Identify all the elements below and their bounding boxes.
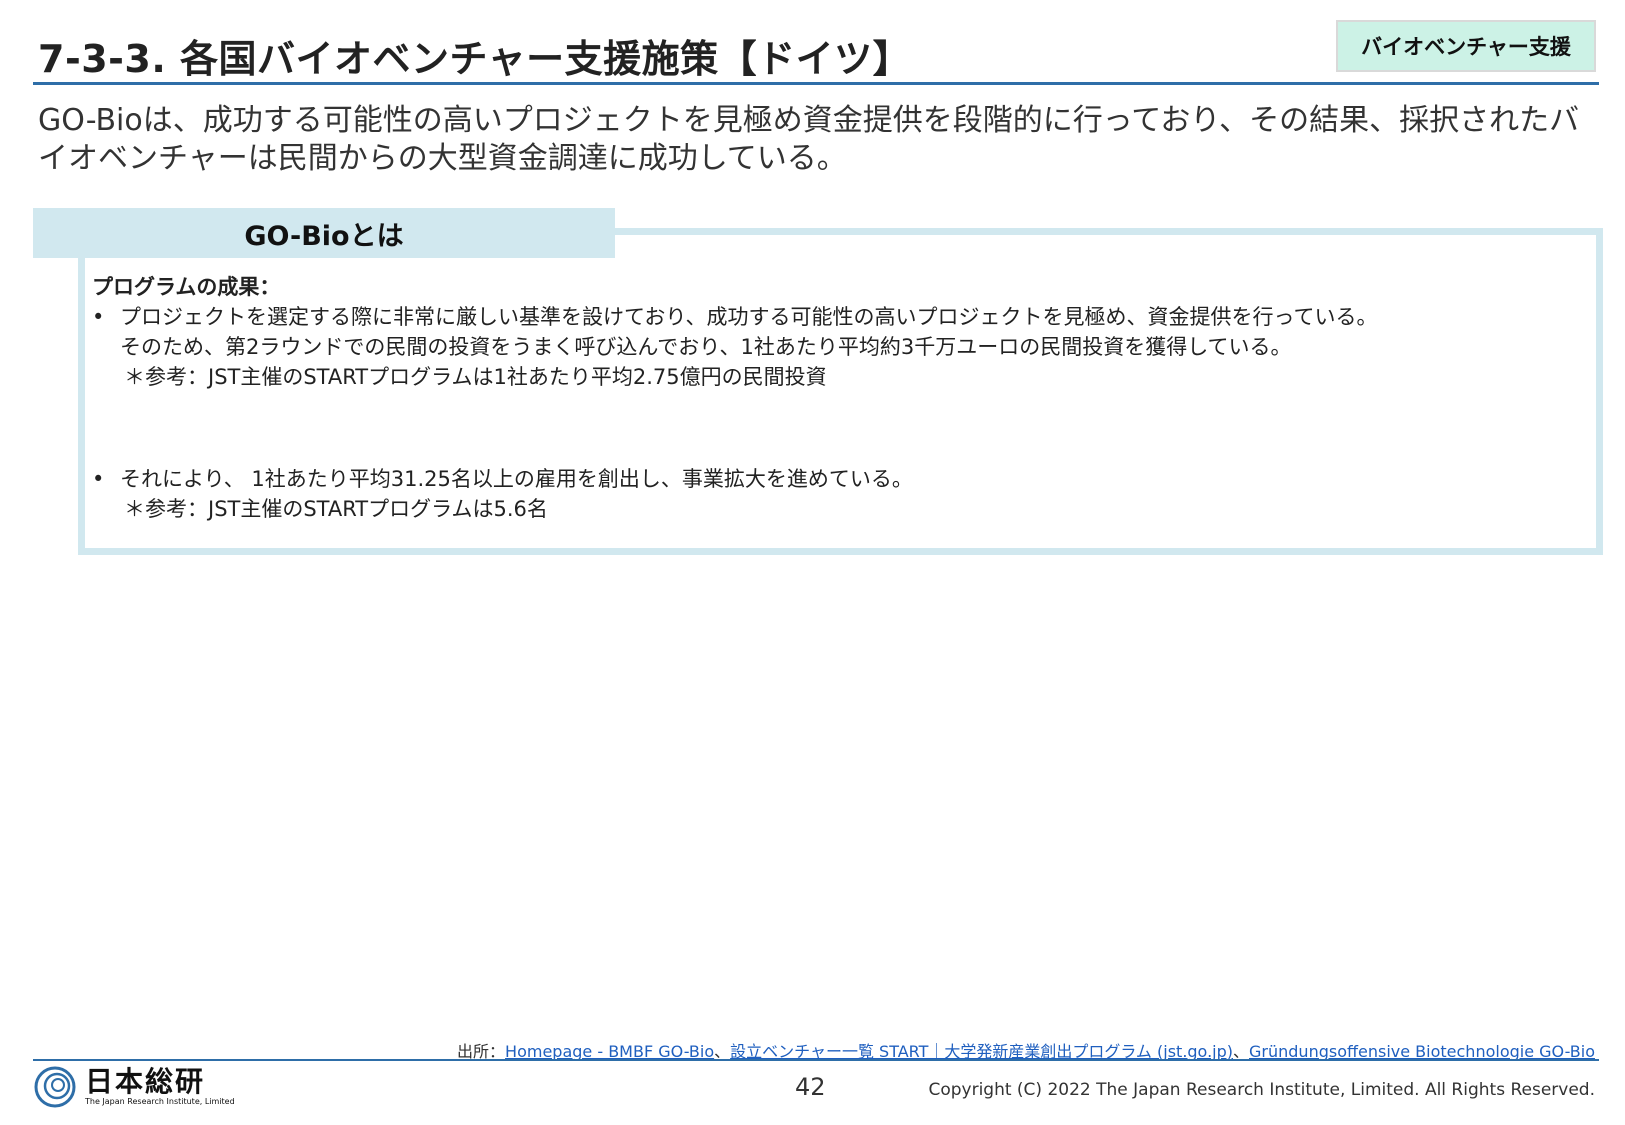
- results-heading: プログラムの成果：: [92, 275, 281, 299]
- panel-header: GO-Bioとは: [33, 208, 615, 258]
- category-tag: バイオベンチャー支援: [1336, 20, 1596, 72]
- bullet-1-line-2: そのため、第2ラウンドでの民間の投資をうまく呼び込んでおり、1社あたり平均約3千…: [120, 335, 1292, 359]
- bullet-item-1: • プロジェクトを選定する際に非常に厳しい基準を設けており、成功する可能性の高い…: [92, 302, 1582, 332]
- bullet-1-note: ＊参考：JST主催のSTARTプログラムは1社あたり平均2.75億円の民間投資: [124, 365, 827, 389]
- company-logo: 日本総研 The Japan Research Institute, Limit…: [33, 1065, 235, 1109]
- title-divider: [33, 82, 1599, 85]
- footer-divider: [33, 1059, 1599, 1061]
- page-title: 7-3-3. 各国バイオベンチャー支援施策【ドイツ】: [38, 37, 912, 81]
- bullet-dot: •: [92, 467, 105, 491]
- bullet-item-2: • それにより、 1社あたり平均31.25名以上の雇用を創出し、事業拡大を進めて…: [92, 464, 1582, 494]
- copyright-notice: Copyright (C) 2022 The Japan Research In…: [928, 1080, 1595, 1100]
- jri-logo-icon: [34, 1066, 76, 1108]
- panel-content: プログラムの成果： • プロジェクトを選定する際に非常に厳しい基準を設けており、…: [92, 272, 1582, 524]
- bullet-1-line-1: プロジェクトを選定する際に非常に厳しい基準を設けており、成功する可能性の高いプロ…: [120, 305, 1378, 329]
- bullet-2-line-1: それにより、 1社あたり平均31.25名以上の雇用を創出し、事業拡大を進めている…: [120, 467, 913, 491]
- page-number: 42: [795, 1073, 826, 1101]
- bullet-dot: •: [92, 305, 105, 329]
- bullet-2-note: ＊参考：JST主催のSTARTプログラムは5.6名: [124, 497, 548, 521]
- logo-subtitle: The Japan Research Institute, Limited: [85, 1097, 235, 1106]
- logo-name: 日本総研: [85, 1065, 206, 1098]
- lead-message: GO-Bioは、成功する可能性の高いプロジェクトを見極め資金提供を段階的に行って…: [38, 103, 1580, 176]
